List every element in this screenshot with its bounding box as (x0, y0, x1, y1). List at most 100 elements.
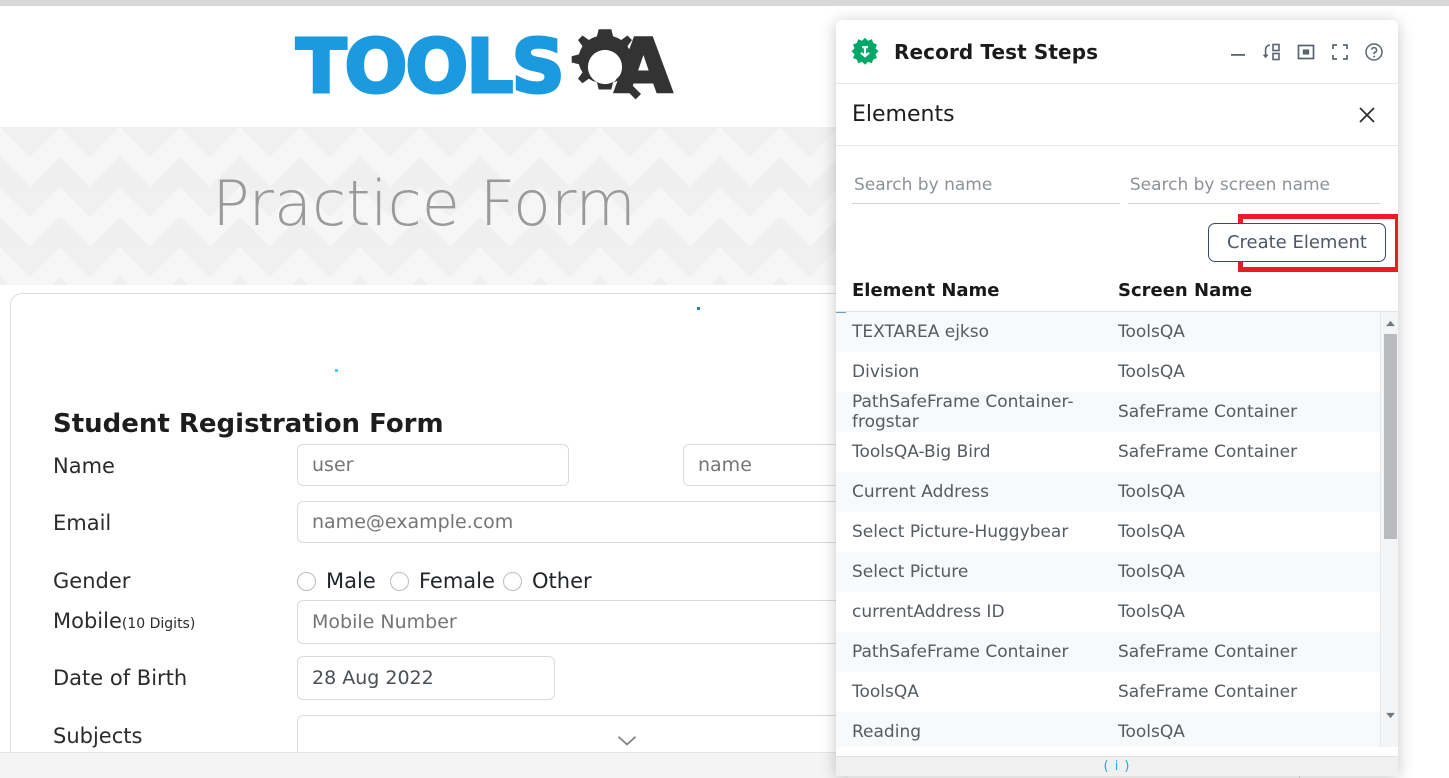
date-of-birth-input[interactable] (297, 656, 555, 700)
first-name-input[interactable] (297, 444, 569, 486)
artifact-dot (697, 307, 700, 310)
label-mobile-sub: (10 Digits) (121, 616, 196, 632)
record-test-steps-panel: Record Test Steps Elements Search by nam… (836, 20, 1398, 776)
search-by-screen-name-input[interactable] (1127, 174, 1380, 196)
label-name: Name (53, 454, 115, 478)
practice-form-banner: Practice Form (0, 127, 848, 285)
page-footer-strip (0, 752, 848, 778)
cell-element-name: PathSafeFrame Container-frogstar (852, 392, 1074, 432)
panel-status-strip: ( i ) (836, 756, 1398, 776)
gear-magnifier-icon (571, 29, 641, 100)
table-row[interactable]: ToolsQA-Big Bird SafeFrame Container (836, 432, 1380, 472)
scroll-up-arrow-icon[interactable] (1381, 314, 1398, 332)
field-row-mobile: Mobile(10 Digits) (53, 609, 195, 633)
cell-screen-name: ToolsQA (1118, 522, 1185, 542)
gender-label-male: Male (326, 569, 376, 593)
elements-row-list[interactable]: TEXTAREA ejkso ToolsQA Division ToolsQA Path… (836, 312, 1380, 747)
panel-title: Record Test Steps (894, 39, 1099, 64)
radio-circle-icon (390, 571, 409, 591)
cell-screen-name: ToolsQA (1118, 362, 1185, 382)
elements-table-body: TEXTAREA ejkso ToolsQA Division ToolsQA Path… (836, 311, 1398, 747)
cell-screen-name: SafeFrame Container (1118, 442, 1298, 462)
cell-element-name: Current Address (852, 482, 989, 502)
table-row[interactable]: ToolsQA SafeFrame Container (836, 672, 1380, 712)
subbar-title: Elements (852, 102, 955, 127)
fullscreen-icon[interactable] (1330, 42, 1350, 62)
cell-element-name: ToolsQA-Big Bird (852, 442, 991, 462)
flow-branch-icon[interactable] (1262, 42, 1282, 62)
help-icon[interactable] (1364, 42, 1384, 62)
field-row-name: Name (53, 454, 115, 478)
table-accent-tick (836, 312, 846, 313)
table-row[interactable]: PathSafeFrame Container-frogstar SafeFram… (836, 392, 1380, 432)
scrollbar-thumb[interactable] (1384, 334, 1397, 539)
table-row[interactable]: Select Picture ToolsQA (836, 552, 1380, 592)
search-by-screen-name-field (1127, 174, 1380, 204)
radio-circle-icon (503, 571, 522, 591)
cell-screen-name: ToolsQA (1118, 322, 1185, 342)
field-row-email: Email (53, 511, 111, 535)
cell-screen-name: SafeFrame Container (1118, 682, 1298, 702)
cell-element-name: TEXTAREA ejkso (852, 322, 990, 342)
gender-label-other: Other (532, 569, 592, 593)
label-subjects: Subjects (53, 724, 143, 748)
toolsqa-logo[interactable]: TOOLS A (295, 18, 716, 116)
chevron-down-icon (617, 736, 637, 746)
gender-label-female: Female (419, 569, 495, 593)
cell-screen-name: SafeFrame Container (1118, 402, 1298, 422)
green-gear-cursor-icon (851, 37, 879, 65)
table-row[interactable]: Current Address ToolsQA (836, 472, 1380, 512)
search-by-name-input[interactable] (852, 174, 1120, 196)
table-row[interactable]: TEXTAREA ejkso ToolsQA (836, 312, 1380, 352)
gender-radio-male[interactable]: Male (297, 569, 376, 593)
gender-radio-other[interactable]: Other (503, 569, 592, 593)
cell-screen-name: ToolsQA (1118, 562, 1185, 582)
table-row[interactable]: Division ToolsQA (836, 352, 1380, 392)
info-indicator-icon[interactable]: ( i ) (1103, 759, 1130, 774)
table-row[interactable]: PathSafeFrame Container SafeFrame Contain… (836, 632, 1380, 672)
cell-element-name: Reading (852, 722, 922, 742)
cell-screen-name: ToolsQA (1118, 482, 1185, 502)
column-header-element-name: Element Name (852, 280, 1000, 301)
gender-radio-female[interactable]: Female (390, 569, 495, 593)
search-area (836, 146, 1398, 204)
scroll-down-arrow-icon[interactable] (1381, 706, 1398, 724)
browser-top-strip (0, 0, 1449, 6)
label-mobile: Mobile(10 Digits) (53, 609, 196, 633)
cell-screen-name: SafeFrame Container (1118, 642, 1298, 662)
table-row[interactable]: Reading ToolsQA (836, 712, 1380, 747)
cell-screen-name: ToolsQA (1118, 602, 1185, 622)
close-icon[interactable] (1356, 104, 1378, 126)
label-gender: Gender (53, 569, 131, 593)
form-title: Student Registration Form (53, 409, 444, 439)
cell-element-name: ToolsQA (852, 682, 919, 702)
radio-circle-icon (297, 571, 316, 591)
logo-text-blue: TOOLS (295, 24, 567, 110)
cell-screen-name: ToolsQA (1118, 722, 1185, 742)
create-element-row: Create Element (836, 214, 1398, 272)
elements-table-scrollbar[interactable] (1380, 312, 1398, 747)
table-row[interactable]: currentAddress ID ToolsQA (836, 592, 1380, 632)
create-element-button[interactable]: Create Element (1207, 223, 1386, 262)
field-row-dob: Date of Birth (53, 666, 187, 690)
label-email: Email (53, 511, 112, 535)
restore-window-icon[interactable] (1296, 42, 1316, 62)
column-header-screen-name: Screen Name (1118, 280, 1253, 301)
screenshot-root: TOOLS A Practice Form Student Registrati… (0, 0, 1449, 778)
table-row[interactable]: Select Picture-Huggybear ToolsQA (836, 512, 1380, 552)
panel-titlebar: Record Test Steps (836, 20, 1398, 84)
cell-element-name: PathSafeFrame Container (852, 642, 1069, 662)
elements-table-header: Element Name Screen Name (836, 272, 1398, 311)
cell-element-name: Division (852, 362, 920, 382)
panel-subbar: Elements (836, 84, 1398, 146)
field-row-subjects: Subjects (53, 724, 142, 748)
artifact-dot (335, 369, 338, 372)
label-date-of-birth: Date of Birth (53, 666, 188, 690)
search-by-name-field (852, 174, 1120, 204)
field-row-gender: Gender (53, 569, 130, 593)
window-controls (1228, 42, 1384, 62)
cell-element-name: Select Picture-Huggybear (852, 522, 1069, 542)
minimize-icon[interactable] (1228, 42, 1248, 62)
banner-title: Practice Form (212, 167, 636, 240)
cell-element-name: currentAddress ID (852, 602, 1005, 622)
